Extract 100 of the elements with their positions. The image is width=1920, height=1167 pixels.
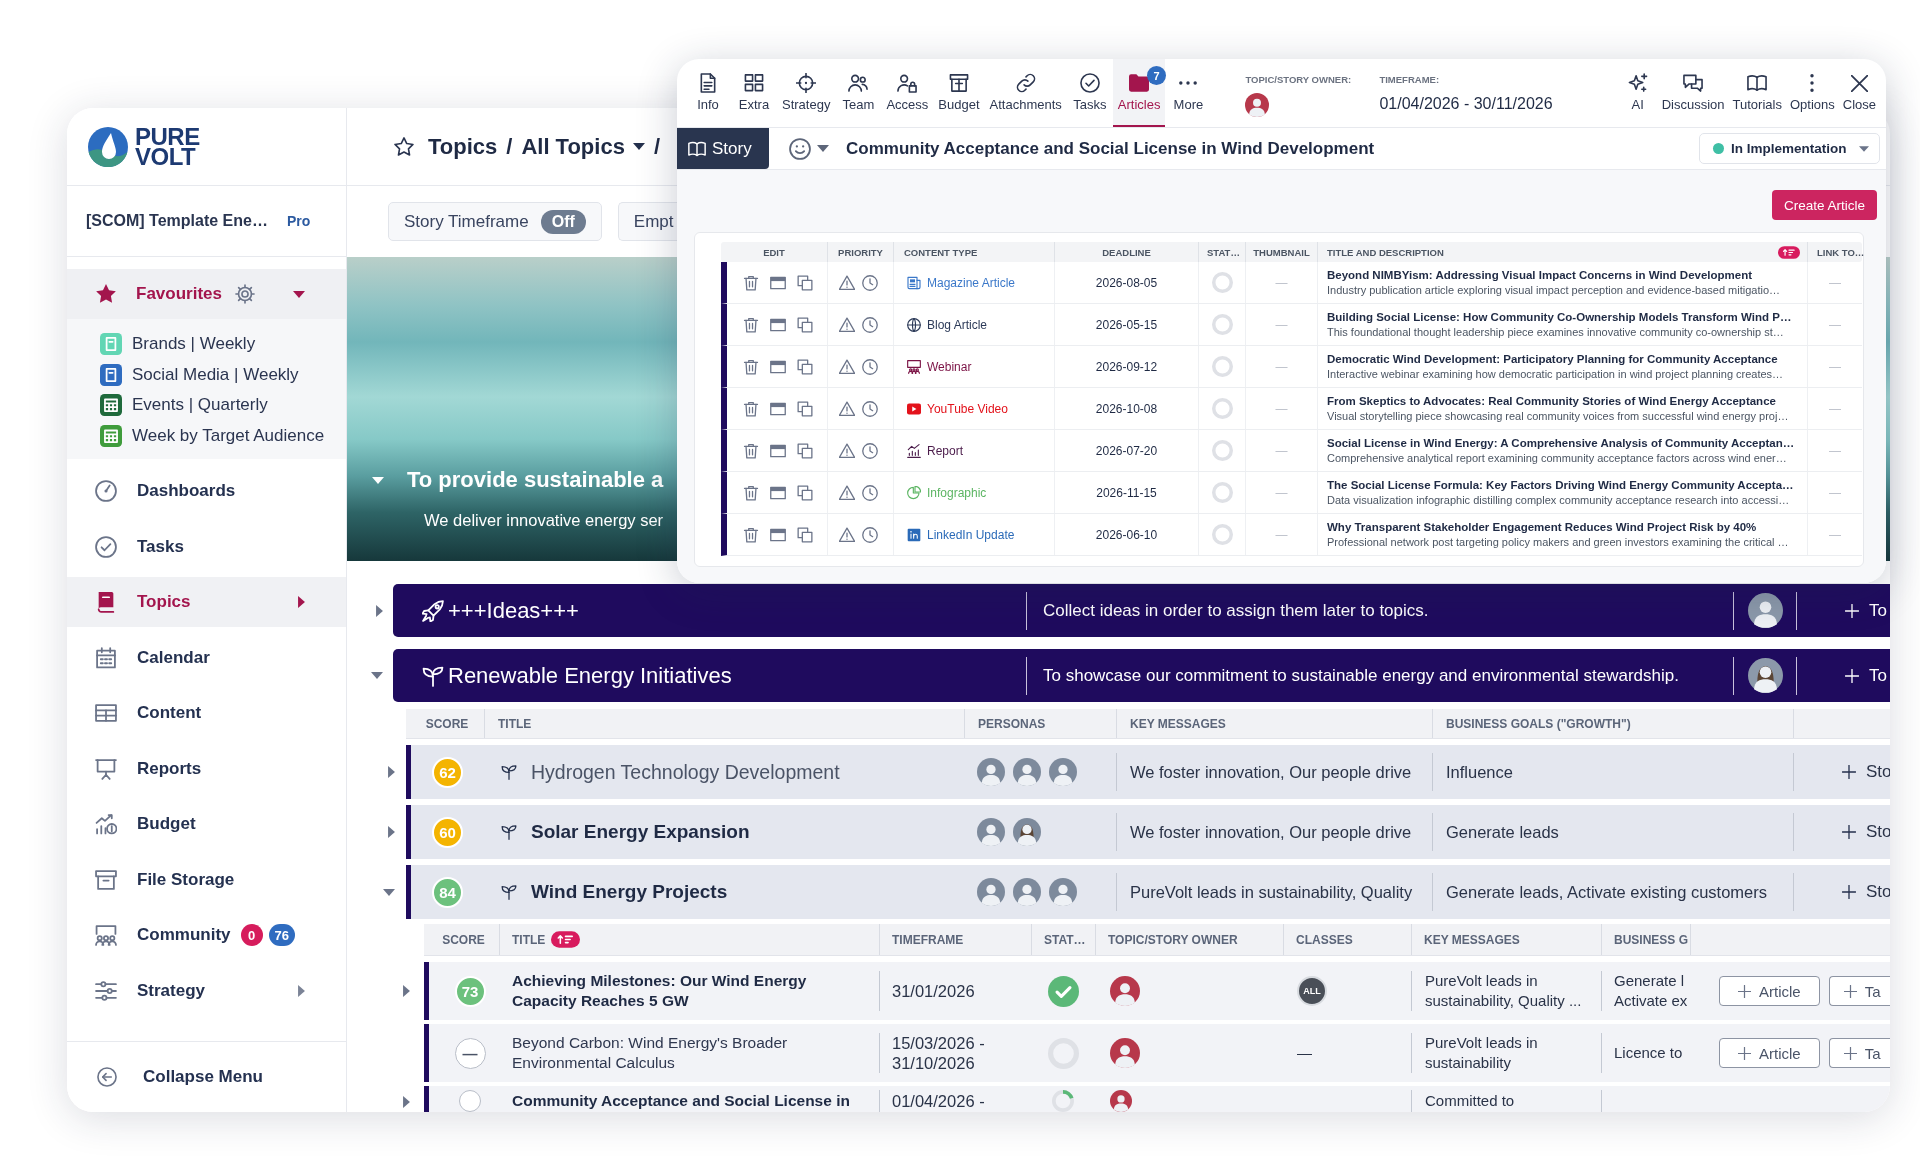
topic-title[interactable]: Solar Energy Expansion	[531, 821, 750, 843]
topic-group-bar[interactable]: +++Ideas+++ Collect ideas in order to assign them later to topics. To	[393, 584, 1890, 637]
trash-icon[interactable]	[743, 358, 759, 375]
caret-icon[interactable]	[371, 672, 383, 679]
add-button[interactable]: Article	[1719, 1038, 1820, 1068]
article-title[interactable]: Social License in Wind Energy: A Comprehensive Analysis of Community Acceptan…	[1327, 436, 1795, 451]
trash-icon[interactable]	[743, 484, 759, 501]
toolbar-button[interactable]: Discussion	[1657, 59, 1729, 127]
nav-item[interactable]: Topics	[67, 577, 346, 627]
toolbar-tab[interactable]: Tasks	[1066, 59, 1113, 127]
star-icon[interactable]	[394, 136, 414, 157]
article-title[interactable]: Building Social License: How Community Co-Ownership Models Transform Wind P…	[1327, 310, 1792, 325]
add-button[interactable]: Sto	[1842, 762, 1890, 782]
create-article-button[interactable]: Create Article	[1771, 190, 1877, 220]
settings-icon[interactable]	[235, 284, 255, 304]
toolbar-tab[interactable]: Team	[835, 59, 882, 127]
nav-item[interactable]: Strategy	[67, 965, 346, 1016]
favourite-item[interactable]: Social Media | Weekly	[100, 359, 299, 390]
warning-icon[interactable]	[839, 316, 855, 333]
article-row[interactable]: Blog Article 2026-05-15 — Building Social License: How Community Co-Ownership Models Transform Wind P… This foundational thought leadership piece examines innovative community co-ownership st… —	[721, 304, 1862, 346]
emoji-button[interactable]	[789, 137, 829, 160]
workspace-name[interactable]: [SCOM] Template Ene…	[86, 212, 268, 230]
trash-icon[interactable]	[743, 316, 759, 333]
toolbar-tab[interactable]: Attachments	[984, 59, 1067, 127]
story-row[interactable]: 73 Achieving Milestones: Our Wind Energy Capacity Reaches 5 GW 31/01/2026 ALL PureVolt leads in sustainability, Quality ... Generate l Activate ex Article Ta	[424, 962, 1890, 1020]
breadcrumb-link[interactable]: Topics	[428, 133, 498, 160]
article-row[interactable]: Report 2026-07-20 — Social License in Wind Energy: A Comprehensive Analysis of Community Acceptan… Comprehensive analytical report examining community acceptance factors across wind ener… —	[721, 430, 1862, 472]
add-button[interactable]: To	[1845, 600, 1887, 621]
toolbar-button[interactable]: Options	[1785, 59, 1839, 127]
warning-icon[interactable]	[839, 358, 855, 375]
caret-icon[interactable]	[383, 888, 395, 896]
window-icon[interactable]	[770, 442, 786, 459]
copy-icon[interactable]	[797, 526, 813, 543]
toolbar-tab[interactable]: Budget	[933, 59, 985, 127]
clock-icon[interactable]	[862, 358, 878, 375]
nav-item[interactable]: Community 0 76	[67, 910, 346, 960]
story-title[interactable]: Achieving Milestones: Our Wind Energy Capacity Reaches 5 GW	[512, 971, 866, 1011]
article-row[interactable]: Infographic 2026-11-15 — The Social License Formula: Key Factors Driving Wind Energy Community Accepta… Data visualization infographic distilling complex community acceptance research into accessi… —	[721, 472, 1862, 514]
collapse-menu-button[interactable]: Collapse Menu	[97, 1067, 263, 1087]
content-type-link[interactable]: Webinar	[907, 359, 972, 374]
story-tab[interactable]: Story	[677, 128, 769, 169]
toolbar-tab[interactable]: 7 Articles	[1112, 59, 1166, 127]
warning-icon[interactable]	[839, 274, 855, 291]
nav-item[interactable]: Calendar	[67, 632, 346, 683]
nav-item[interactable]: Budget	[67, 799, 346, 849]
toolbar-tab[interactable]: Info	[685, 59, 731, 127]
article-title[interactable]: Why Transparent Stakeholder Engagement Reduces Wind Project Risk by 40%	[1327, 520, 1757, 535]
topic-row[interactable]: 62 Hydrogen Technology Development We foster innovation, Our people drive Influence Sto	[406, 745, 1890, 799]
trash-icon[interactable]	[743, 442, 759, 459]
article-row[interactable]: Webinar 2026-09-12 — Democratic Wind Development: Participatory Planning for Community Acceptance Interactive webinar examining how democratic participation in wind project planning creates… —	[721, 346, 1862, 388]
toggle-switch[interactable]: Off	[540, 209, 586, 234]
warning-icon[interactable]	[839, 400, 855, 417]
window-icon[interactable]	[770, 526, 786, 543]
toolbar-button[interactable]: AI	[1617, 59, 1658, 127]
add-button[interactable]: To	[1845, 665, 1887, 686]
window-icon[interactable]	[770, 274, 786, 291]
topic-group-bar[interactable]: Renewable Energy Initiatives To showcase our commitment to sustainable energy and environmental stewardship. To	[393, 649, 1890, 702]
article-row[interactable]: LinkedIn Update 2026-06-10 — Why Transparent Stakeholder Engagement Reduces Wind Project Risk by 40% Professional network post targeting policy makers and green investors examining the critical … —	[721, 514, 1862, 556]
article-row[interactable]: YouTube Video 2026-10-08 — From Skeptics to Advocates: Real Community Stories of Wind Energy Acceptance Visual storytelling piece showcasing real community voices from successful wind energy proj… —	[721, 388, 1862, 430]
clock-icon[interactable]	[862, 526, 878, 543]
toolbar-tab[interactable]: More	[1165, 59, 1212, 127]
favourites-toggle[interactable]: Favourites	[67, 269, 346, 319]
window-icon[interactable]	[770, 316, 786, 333]
sort-icon[interactable]	[551, 931, 581, 948]
favourite-item[interactable]: Brands | Weekly	[100, 329, 256, 360]
status-dropdown[interactable]: In Implementation	[1699, 133, 1880, 164]
story-row[interactable]: Community Acceptance and Social License in 01/04/2026 - Committed to	[424, 1086, 1890, 1112]
nav-item[interactable]: Tasks	[67, 521, 346, 572]
clock-icon[interactable]	[862, 274, 878, 291]
caret-icon[interactable]	[388, 766, 395, 778]
warning-icon[interactable]	[839, 442, 855, 459]
caret-icon[interactable]	[376, 604, 383, 617]
clock-icon[interactable]	[862, 442, 878, 459]
window-icon[interactable]	[770, 358, 786, 375]
filter-button[interactable]: Empt	[617, 202, 677, 241]
copy-icon[interactable]	[797, 358, 813, 375]
content-type-link[interactable]: YouTube Video	[907, 401, 1008, 416]
topic-title[interactable]: Hydrogen Technology Development	[531, 760, 840, 784]
caret-icon[interactable]	[372, 476, 384, 484]
nav-item[interactable]: Content	[67, 688, 346, 738]
add-button[interactable]: Sto	[1842, 822, 1890, 842]
caret-icon[interactable]	[388, 826, 395, 838]
copy-icon[interactable]	[797, 400, 813, 417]
article-title[interactable]: The Social License Formula: Key Factors Driving Wind Energy Community Accepta…	[1327, 478, 1794, 493]
toolbar-tab[interactable]: Strategy	[777, 59, 836, 127]
topic-row[interactable]: 84 Wind Energy Projects PureVolt leads in sustainability, Quality Generate leads, Activate existing customers Sto	[406, 865, 1890, 919]
add-button[interactable]: Article	[1719, 976, 1820, 1006]
nav-item[interactable]: Reports	[67, 743, 346, 794]
clock-icon[interactable]	[862, 400, 878, 417]
breadcrumb-dropdown[interactable]: All Topics	[521, 133, 645, 160]
article-title[interactable]: Democratic Wind Development: Participatory Planning for Community Acceptance	[1327, 352, 1778, 367]
content-type-link[interactable]: LinkedIn Update	[907, 527, 1015, 542]
caret-icon[interactable]	[403, 985, 410, 997]
clock-icon[interactable]	[862, 484, 878, 501]
favourite-item[interactable]: Events | Quarterly	[100, 390, 268, 421]
caret-icon[interactable]	[403, 1096, 410, 1108]
add-button[interactable]: Ta	[1828, 976, 1890, 1006]
topic-row[interactable]: 60 Solar Energy Expansion We foster innovation, Our people drive Generate leads Sto	[406, 805, 1890, 859]
nav-item[interactable]: File Storage	[67, 854, 346, 905]
window-icon[interactable]	[770, 400, 786, 417]
